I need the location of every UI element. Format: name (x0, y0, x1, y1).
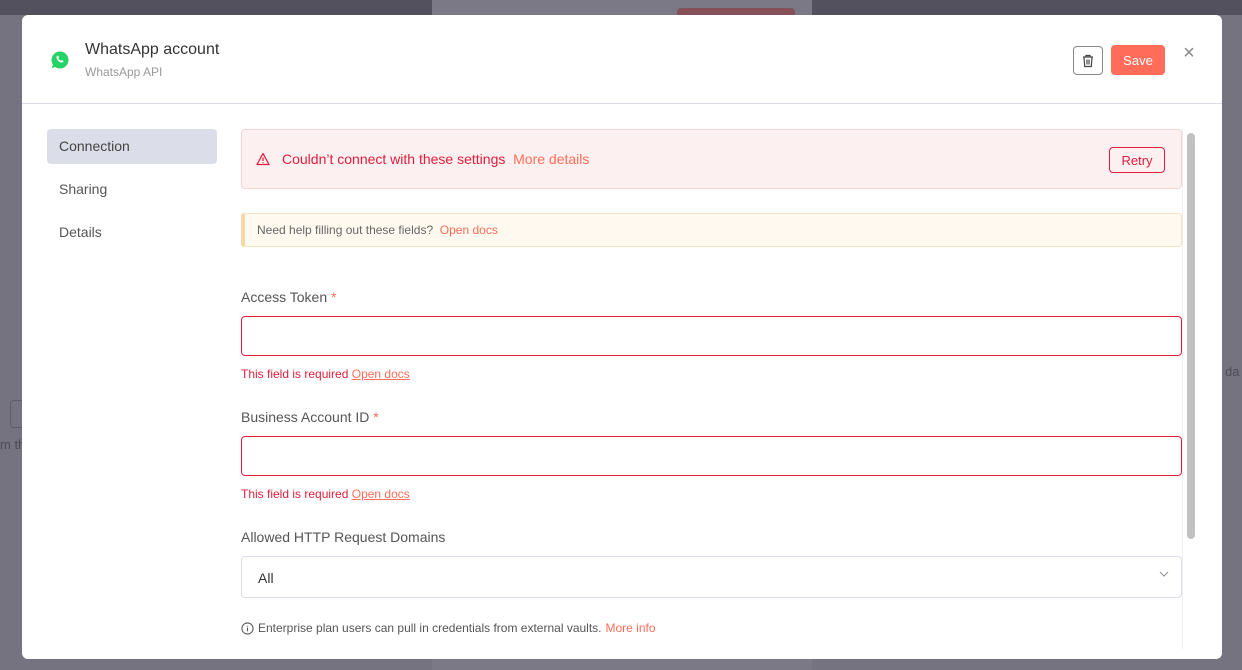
vault-note-text: Enterprise plan users can pull in creden… (258, 621, 602, 635)
chevron-down-icon (1159, 571, 1169, 577)
access-token-label: Access Token * (241, 289, 337, 305)
modal-subtitle: WhatsApp API (85, 65, 163, 79)
help-banner: Need help filling out these fields? Open… (241, 213, 1182, 247)
whatsapp-icon (50, 50, 70, 70)
open-docs-link[interactable]: Open docs (352, 367, 410, 381)
domains-label: Allowed HTTP Request Domains (241, 529, 446, 545)
access-token-error: This field is required Open docs (241, 367, 410, 381)
info-icon (241, 621, 254, 635)
sidebar-item-details[interactable]: Details (47, 215, 217, 250)
vault-note: Enterprise plan users can pull in creden… (241, 621, 656, 635)
business-account-id-label: Business Account ID * (241, 409, 379, 425)
business-account-id-input[interactable] (241, 436, 1182, 476)
save-button[interactable]: Save (1111, 45, 1165, 75)
sidebar-item-connection[interactable]: Connection (47, 129, 217, 164)
open-docs-link[interactable]: Open docs (440, 223, 498, 237)
help-text: Need help filling out these fields? (257, 223, 434, 237)
scrollbar[interactable] (1182, 129, 1196, 649)
access-token-input[interactable] (241, 316, 1182, 356)
error-banner: Couldn’t connect with these settings Mor… (241, 129, 1182, 189)
domains-select[interactable]: All (241, 556, 1182, 598)
more-info-link[interactable]: More info (606, 621, 656, 635)
modal-header: WhatsApp account WhatsApp API Save × (22, 15, 1222, 104)
sidebar: Connection Sharing Details (47, 129, 217, 258)
delete-button[interactable] (1073, 46, 1103, 75)
modal-title: WhatsApp account (85, 41, 220, 58)
credential-modal: WhatsApp account WhatsApp API Save × Con… (22, 15, 1222, 659)
domains-value: All (258, 570, 274, 586)
sidebar-item-sharing[interactable]: Sharing (47, 172, 217, 207)
error-message: Couldn’t connect with these settings (282, 151, 506, 167)
business-account-id-error: This field is required Open docs (241, 487, 410, 501)
retry-button[interactable]: Retry (1109, 147, 1165, 173)
trash-icon (1083, 54, 1093, 67)
background-text: da (1225, 364, 1240, 379)
more-details-link[interactable]: More details (513, 151, 589, 167)
close-icon[interactable]: × (1181, 43, 1197, 63)
open-docs-link[interactable]: Open docs (352, 487, 410, 501)
scrollbar-thumb[interactable] (1187, 133, 1195, 539)
warning-icon (256, 152, 270, 166)
